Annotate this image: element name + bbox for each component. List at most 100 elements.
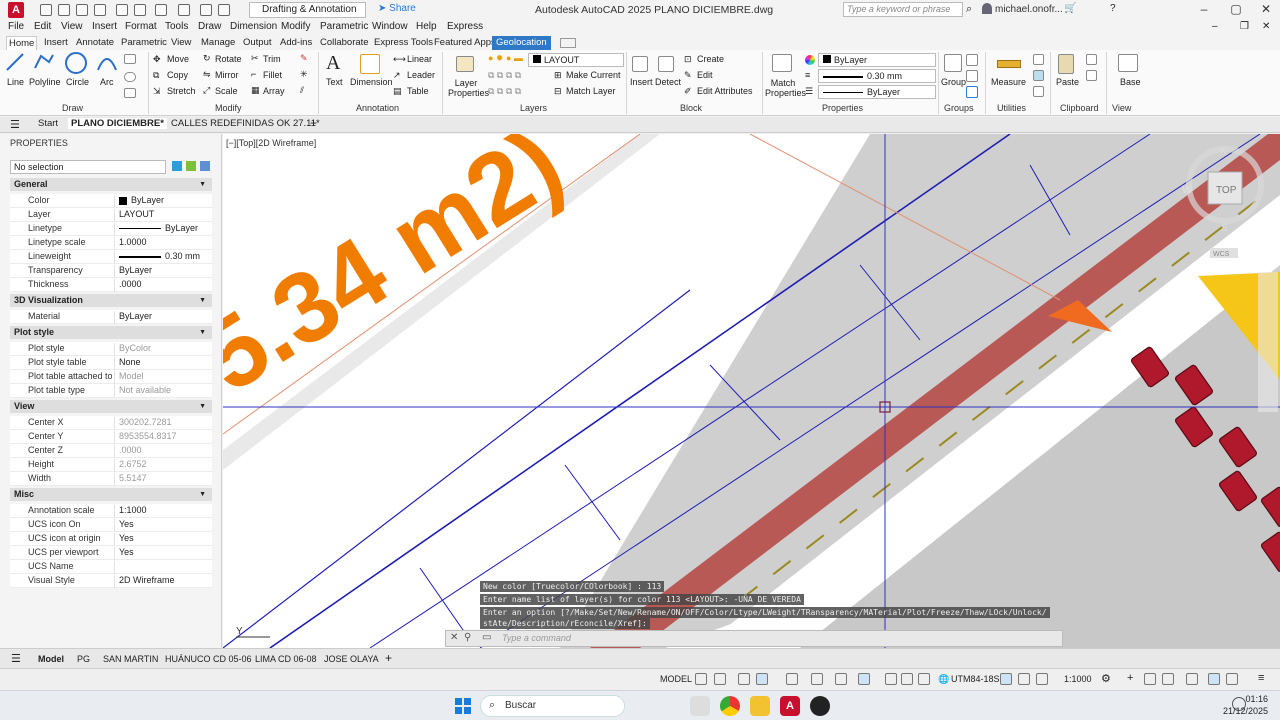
tab-parametric[interactable]: Parametric: [119, 36, 169, 50]
file-tab-calles[interactable]: CALLES REDEFINIDAS OK 27.11*: [171, 118, 320, 129]
menu-modify[interactable]: Modify: [281, 21, 310, 32]
property-row[interactable]: Annotation scale 1:1000: [10, 504, 212, 518]
tab-geolocation[interactable]: Geolocation: [492, 36, 551, 50]
annotation-panel-label[interactable]: Annotation: [356, 103, 399, 113]
coordinate-system[interactable]: UTM84-18S: [951, 674, 1000, 684]
doc-close-button[interactable]: ✕: [1262, 21, 1270, 32]
match-properties-button[interactable]: Match Properties: [765, 78, 806, 98]
recent-commands-icon[interactable]: ▭: [482, 632, 491, 643]
navigation-bar[interactable]: [1258, 272, 1278, 412]
layer-tools-icons[interactable]: ⧉ ⧉ ⧉ ⧉: [488, 70, 521, 81]
table-button[interactable]: Table: [407, 86, 429, 96]
quick-properties-icon[interactable]: [1162, 673, 1174, 685]
line-button[interactable]: Line: [7, 77, 24, 87]
quick-select-palette-icon[interactable]: [200, 161, 210, 171]
clean-screen-icon[interactable]: [1226, 673, 1238, 685]
collapse-icon[interactable]: ▼: [199, 178, 206, 191]
menu-tools[interactable]: Tools: [165, 21, 188, 32]
layer-state-icons[interactable]: ● ✹ ● ▬: [488, 53, 523, 64]
property-value[interactable]: ByColor: [114, 343, 151, 356]
user-name[interactable]: michael.onofr...: [995, 4, 1063, 15]
property-value[interactable]: .0000: [114, 279, 142, 292]
group-edit-icon[interactable]: [966, 70, 978, 82]
share-button[interactable]: ➤ Share: [378, 3, 416, 14]
tab-featured-apps[interactable]: Featured Apps: [432, 36, 498, 50]
compass-s[interactable]: S: [1221, 223, 1228, 234]
share-drawing-icon[interactable]: [218, 4, 230, 16]
layout-tab-jose-olaya[interactable]: JOSE OLAYA: [324, 654, 379, 664]
modify-panel-label[interactable]: Modify: [215, 103, 242, 113]
property-row[interactable]: Height 2.6752: [10, 458, 212, 472]
property-row[interactable]: Plot style ByColor: [10, 342, 212, 356]
windows-start-icon[interactable]: [455, 698, 471, 714]
menu-format[interactable]: Format: [125, 21, 157, 32]
add-layout-button[interactable]: +: [385, 651, 392, 665]
collapse-icon[interactable]: ▼: [199, 400, 206, 413]
infer-constraints-icon[interactable]: [738, 673, 750, 685]
copy-button[interactable]: Copy: [167, 70, 188, 80]
quick-select-icon[interactable]: [1033, 54, 1044, 65]
stretch-button[interactable]: Stretch: [167, 86, 196, 96]
selection-dropdown[interactable]: No selection: [10, 160, 166, 174]
linetype-dropdown[interactable]: ByLayer: [818, 85, 936, 99]
toggle-pickadd-icon[interactable]: [172, 161, 182, 171]
properties-panel-label[interactable]: Properties: [822, 103, 863, 113]
redo-icon[interactable]: [178, 4, 190, 16]
property-row[interactable]: UCS Name: [10, 560, 212, 574]
close-button[interactable]: ✕: [1258, 2, 1274, 18]
property-value[interactable]: LAYOUT: [114, 209, 154, 222]
property-value[interactable]: 1.0000: [114, 237, 147, 250]
object-snap-icon[interactable]: [858, 673, 870, 685]
create-block-button[interactable]: Create: [697, 54, 724, 64]
plot-icon[interactable]: [200, 4, 212, 16]
drawing-svg[interactable]: 5.34 m2) Y TOP W N S WCS: [223, 134, 1280, 648]
taskbar-search[interactable]: ⌕ Buscar: [480, 695, 625, 717]
tab-collaborate[interactable]: Collaborate: [318, 36, 371, 50]
ortho-icon[interactable]: [756, 673, 768, 685]
block-panel-label[interactable]: Block: [680, 103, 702, 113]
isodraft-icon[interactable]: [811, 673, 823, 685]
group-select-icon[interactable]: [966, 86, 978, 98]
line-icon[interactable]: [5, 52, 25, 72]
move-button[interactable]: Move: [167, 54, 189, 64]
lineweight-display-icon[interactable]: [885, 673, 897, 685]
measure-button[interactable]: Measure: [991, 77, 1026, 87]
layout-tab-model[interactable]: Model: [38, 654, 64, 664]
group-button[interactable]: Group: [941, 77, 966, 87]
property-row[interactable]: Color ByLayer: [10, 194, 212, 208]
property-row[interactable]: Plot table attached to Model: [10, 370, 212, 384]
layout-tab-huanuco[interactable]: HUÁNUCO CD 05-06: [165, 654, 252, 664]
menu-express[interactable]: Express: [447, 21, 483, 32]
property-row[interactable]: Linetype scale 1.0000: [10, 236, 212, 250]
cut-icon[interactable]: [1086, 54, 1097, 65]
linear-button[interactable]: Linear: [407, 54, 432, 64]
draw-panel-label[interactable]: Draw: [62, 103, 83, 113]
rotate-button[interactable]: Rotate: [215, 54, 242, 64]
property-row[interactable]: Visual Style 2D Wireframe: [10, 574, 212, 588]
selection-cycling-icon[interactable]: [1036, 673, 1048, 685]
tab-addins[interactable]: Add-ins: [278, 36, 314, 50]
property-value[interactable]: 1:1000: [114, 505, 147, 518]
geolocation-icon[interactable]: [918, 673, 930, 685]
view-panel-label[interactable]: View: [1112, 103, 1131, 113]
customize-icon[interactable]: ⚲: [464, 632, 471, 643]
ellipse-icon[interactable]: [124, 72, 136, 82]
mirror-button[interactable]: Mirror: [215, 70, 239, 80]
save-as-icon[interactable]: [94, 4, 106, 16]
property-value[interactable]: 300202.7281: [114, 417, 172, 430]
dimension-button[interactable]: Dimension: [350, 77, 393, 87]
property-row[interactable]: Transparency ByLayer: [10, 264, 212, 278]
grid-icon[interactable]: [695, 673, 707, 685]
annotation-monitor-icon[interactable]: +: [1127, 672, 1133, 684]
file-tab-plano-diciembre[interactable]: PLANO DICIEMBRE*: [68, 118, 167, 129]
ungroup-icon[interactable]: [966, 54, 978, 66]
workspace-switch-icon[interactable]: ⚙: [1101, 672, 1111, 685]
doc-restore-button[interactable]: ❐: [1240, 21, 1249, 32]
file-tab-start[interactable]: Start: [38, 118, 58, 129]
property-value[interactable]: None: [114, 357, 141, 370]
help-search-input[interactable]: Type a keyword or phrase: [843, 2, 963, 17]
property-row[interactable]: Lineweight 0.30 mm: [10, 250, 212, 264]
minimize-button[interactable]: –: [1196, 2, 1212, 18]
clipboard-panel-label[interactable]: Clipboard: [1060, 103, 1099, 113]
trim-button[interactable]: Trim: [263, 54, 281, 64]
